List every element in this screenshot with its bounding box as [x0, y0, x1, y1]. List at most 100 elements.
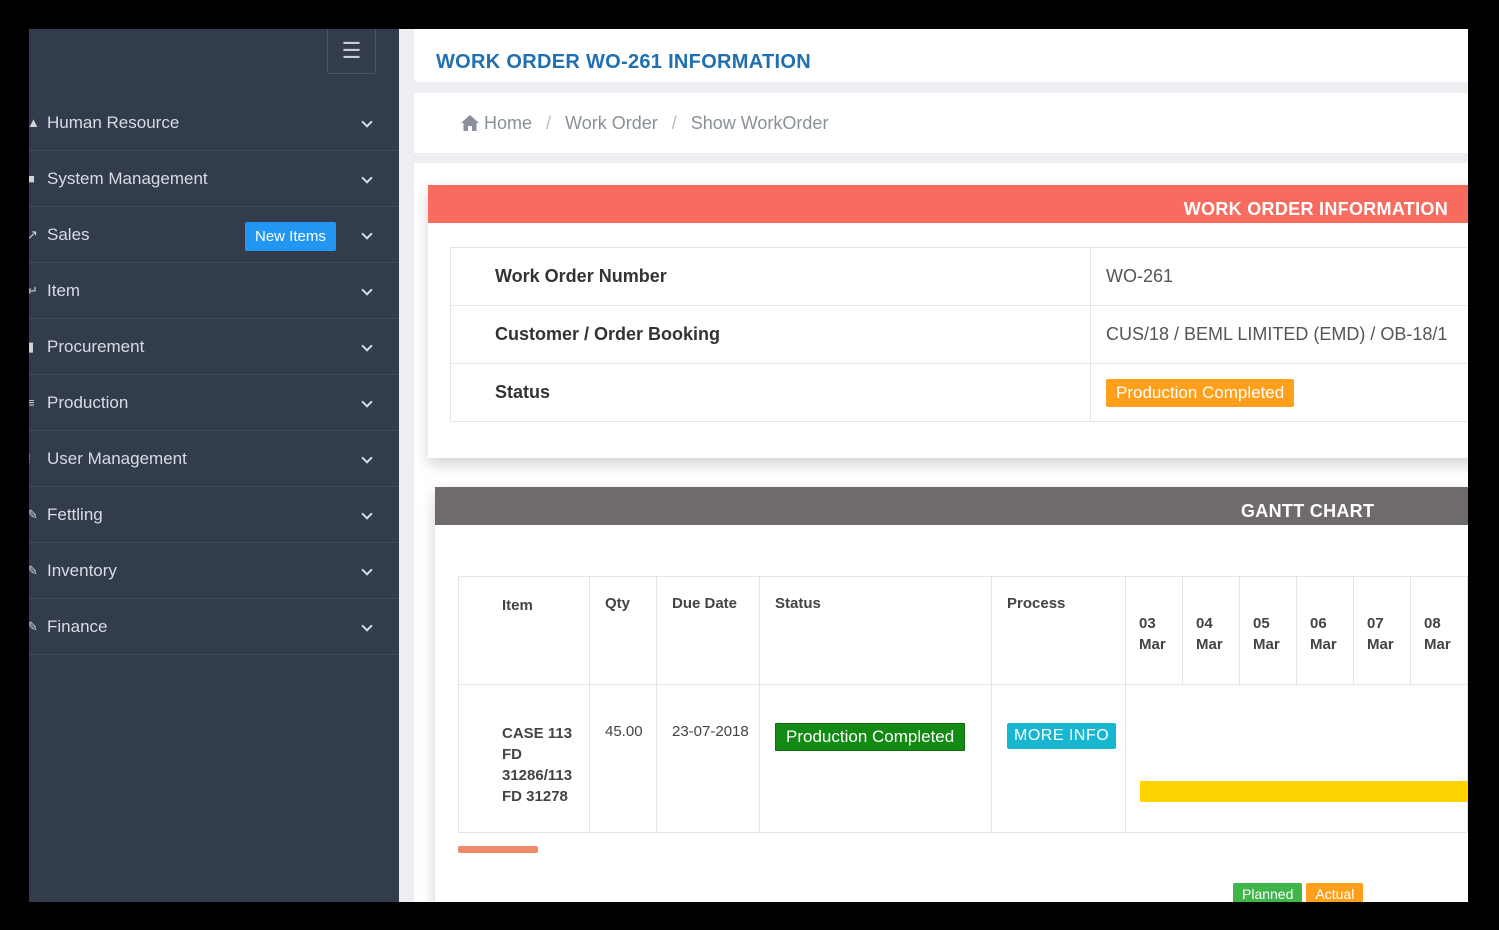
- breadcrumb-work-order[interactable]: Work Order: [565, 113, 658, 134]
- gantt-bar: [1140, 781, 1468, 802]
- table-row: CASE 113 FD 31286/113 FD 31278 45.00 23-…: [458, 684, 1468, 833]
- page-title-bar: WORK ORDER WO-261 INFORMATION: [414, 29, 1468, 82]
- cog-icon: ■: [29, 171, 35, 186]
- table-row: Status Production Completed: [450, 363, 1468, 422]
- timeline-cell: [1125, 684, 1468, 833]
- main-content: WORK ORDER WO-261 INFORMATION Home / Wor…: [399, 29, 1468, 902]
- hamburger-menu-icon[interactable]: ☰: [327, 29, 376, 74]
- item-cell: CASE 113 FD 31286/113 FD 31278: [458, 684, 590, 833]
- chevron-down-icon: [361, 339, 373, 352]
- day-number: 08: [1424, 615, 1441, 632]
- device-frame: ☰ ▲ Human Resource ■ System Management ↗…: [0, 0, 1499, 930]
- sidebar-item-fettling[interactable]: ✎ Fettling: [29, 487, 399, 543]
- work-order-number-label: Work Order Number: [450, 247, 1091, 306]
- day-header: 07 Mar: [1353, 576, 1411, 685]
- sidebar-item-label: Production: [47, 392, 129, 412]
- more-info-button[interactable]: MORE INFO: [1007, 723, 1117, 749]
- chevron-down-icon: [361, 451, 373, 464]
- column-header-due-date: Due Date: [656, 576, 760, 685]
- table-row: Work Order Number WO-261: [450, 247, 1468, 306]
- work-order-info-table: Work Order Number WO-261 Customer / Orde…: [450, 247, 1468, 422]
- app-screen: ☰ ▲ Human Resource ■ System Management ↗…: [29, 29, 1468, 902]
- day-month: Mar: [1367, 636, 1394, 653]
- table-row: Customer / Order Booking CUS/18 / BEML L…: [450, 305, 1468, 364]
- column-header-process: Process: [991, 576, 1126, 685]
- column-header-qty: Qty: [589, 576, 657, 685]
- sidebar-item-system-management[interactable]: ■ System Management: [29, 151, 399, 207]
- breadcrumb-separator: /: [671, 112, 677, 133]
- sidebar-item-label: Human Resource: [47, 112, 180, 132]
- gantt-chart-card: GANTT CHART Item Qty Due Date Status Pro…: [435, 487, 1468, 902]
- sidebar-item-procurement[interactable]: ▮ Procurement: [29, 319, 399, 375]
- item-icon: ↵: [29, 282, 38, 298]
- breadcrumb-current: Show WorkOrder: [690, 112, 829, 133]
- chevron-down-icon: [361, 171, 373, 184]
- sidebar-item-item[interactable]: ↵ Item: [29, 263, 399, 319]
- day-month: Mar: [1253, 636, 1280, 653]
- sidebar-item-label: User Management: [47, 448, 187, 468]
- day-header: 05 Mar: [1239, 576, 1297, 685]
- sidebar-item-human-resource[interactable]: ▲ Human Resource: [29, 95, 399, 151]
- sidebar-item-label: Procurement: [47, 336, 145, 356]
- status-cell: Production Completed: [1090, 363, 1468, 422]
- status-badge: Production Completed: [775, 723, 966, 751]
- work-order-info-title: WORK ORDER INFORMATION: [1183, 199, 1448, 219]
- sidebar-item-label: Inventory: [47, 560, 117, 580]
- sidebar: ☰ ▲ Human Resource ■ System Management ↗…: [29, 29, 399, 902]
- customer-order-booking-label: Customer / Order Booking: [450, 305, 1091, 364]
- chevron-down-icon: [361, 283, 373, 296]
- gantt-header-row: Item Qty Due Date Status Process 03 Mar 0…: [458, 576, 1468, 685]
- qty-cell: 45.00: [589, 684, 657, 833]
- sidebar-item-label: System Management: [47, 168, 208, 188]
- legend-actual: Actual: [1306, 883, 1364, 902]
- work-order-info-card: WORK ORDER INFORMATION Work Order Number…: [428, 185, 1468, 458]
- breadcrumb-separator: /: [546, 112, 552, 133]
- status-cell: Production Completed: [759, 684, 992, 833]
- status-label: Status: [450, 363, 1091, 422]
- sidebar-item-inventory[interactable]: ✎ Inventory: [29, 543, 399, 599]
- production-icon: ≡: [29, 395, 35, 410]
- user-icon: ▲: [29, 115, 40, 130]
- column-header-item: Item: [458, 576, 590, 685]
- sidebar-nav: ▲ Human Resource ■ System Management ↗ S…: [29, 95, 399, 655]
- item-line: 31286/113: [502, 767, 573, 784]
- legend-planned: Planned: [1233, 883, 1303, 902]
- breadcrumb: Home / Work Order / Show WorkOrder: [414, 93, 1468, 153]
- item-line: FD 31278: [502, 788, 568, 805]
- column-header-status: Status: [759, 576, 992, 685]
- day-header: 03 Mar: [1125, 576, 1183, 685]
- sidebar-item-production[interactable]: ≡ Production: [29, 375, 399, 431]
- sidebar-item-finance[interactable]: ✎ Finance: [29, 599, 399, 655]
- day-month: Mar: [1310, 636, 1337, 653]
- sidebar-item-sales[interactable]: ↗ Sales New Items: [29, 207, 399, 263]
- item-line: CASE 113: [502, 725, 573, 742]
- chevron-down-icon: [361, 507, 373, 520]
- gantt-chart-header: GANTT CHART: [435, 487, 1468, 525]
- chevron-down-icon: [361, 395, 373, 408]
- scroll-indicator[interactable]: [458, 846, 538, 853]
- day-number: 03: [1139, 615, 1156, 632]
- sidebar-item-user-management[interactable]: ! User Management: [29, 431, 399, 487]
- work-order-info-header: WORK ORDER INFORMATION: [428, 185, 1468, 223]
- day-month: Mar: [1139, 636, 1166, 653]
- sidebar-item-label: Fettling: [47, 504, 103, 524]
- sidebar-item-label: Finance: [47, 616, 108, 636]
- day-header: 04 Mar: [1182, 576, 1240, 685]
- fettling-icon: ✎: [29, 506, 38, 522]
- home-icon[interactable]: [460, 114, 480, 132]
- day-header: 06 Mar: [1296, 576, 1354, 685]
- inventory-icon: ✎: [29, 562, 38, 578]
- finance-icon: ✎: [29, 618, 38, 634]
- new-items-badge: New Items: [245, 222, 336, 251]
- chevron-down-icon: [361, 227, 373, 240]
- day-number: 05: [1253, 615, 1270, 632]
- breadcrumb-home[interactable]: Home: [484, 113, 532, 134]
- chevron-down-icon: [361, 619, 373, 632]
- due-date-cell: 23-07-2018: [656, 684, 760, 833]
- chevron-down-icon: [361, 115, 373, 128]
- sidebar-item-label: Item: [47, 280, 81, 300]
- day-header: 08 Mar: [1410, 576, 1468, 685]
- day-month: Mar: [1424, 636, 1451, 653]
- sidebar-item-label: Sales: [47, 224, 90, 244]
- status-badge: Production Completed: [1106, 378, 1295, 407]
